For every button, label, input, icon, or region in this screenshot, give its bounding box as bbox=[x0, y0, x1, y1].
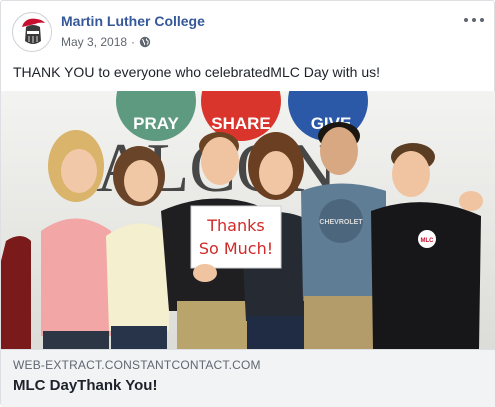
post-meta: May 3, 2018 · bbox=[61, 35, 151, 49]
knight-logo-icon bbox=[14, 14, 51, 51]
person-2 bbox=[106, 146, 171, 349]
share-label: SHARE bbox=[211, 114, 271, 133]
more-dot bbox=[480, 18, 484, 22]
shirt-print: CHEVROLET bbox=[319, 219, 363, 226]
post-photo[interactable]: ALCON PRAY SHARE GIVE bbox=[1, 91, 495, 349]
more-dot bbox=[472, 18, 476, 22]
meta-separator: · bbox=[131, 35, 136, 49]
globe-icon[interactable] bbox=[139, 36, 151, 48]
page-avatar[interactable] bbox=[12, 12, 52, 52]
link-title[interactable]: MLC DayThank You! bbox=[13, 377, 157, 394]
link-domain: WEB-EXTRACT.CONSTANTCONTACT.COM bbox=[13, 358, 261, 372]
post-text: THANK YOU to everyone who celebratedMLC … bbox=[13, 64, 381, 80]
sign-line-2: So Much! bbox=[199, 239, 273, 258]
jacket-patch: MLC bbox=[421, 238, 435, 244]
post-date[interactable]: May 3, 2018 bbox=[61, 35, 127, 49]
group-photo-illustration: ALCON PRAY SHARE GIVE bbox=[1, 91, 495, 349]
pray-label: PRAY bbox=[133, 114, 179, 133]
more-dot bbox=[464, 18, 468, 22]
page-name-link[interactable]: Martin Luther College bbox=[61, 13, 205, 29]
facebook-post-card: Martin Luther College May 3, 2018 · THAN… bbox=[0, 0, 495, 407]
more-options-icon[interactable] bbox=[464, 13, 484, 27]
sign-line-1: Thanks bbox=[206, 216, 264, 235]
link-preview[interactable]: WEB-EXTRACT.CONSTANTCONTACT.COM MLC DayT… bbox=[1, 349, 495, 407]
